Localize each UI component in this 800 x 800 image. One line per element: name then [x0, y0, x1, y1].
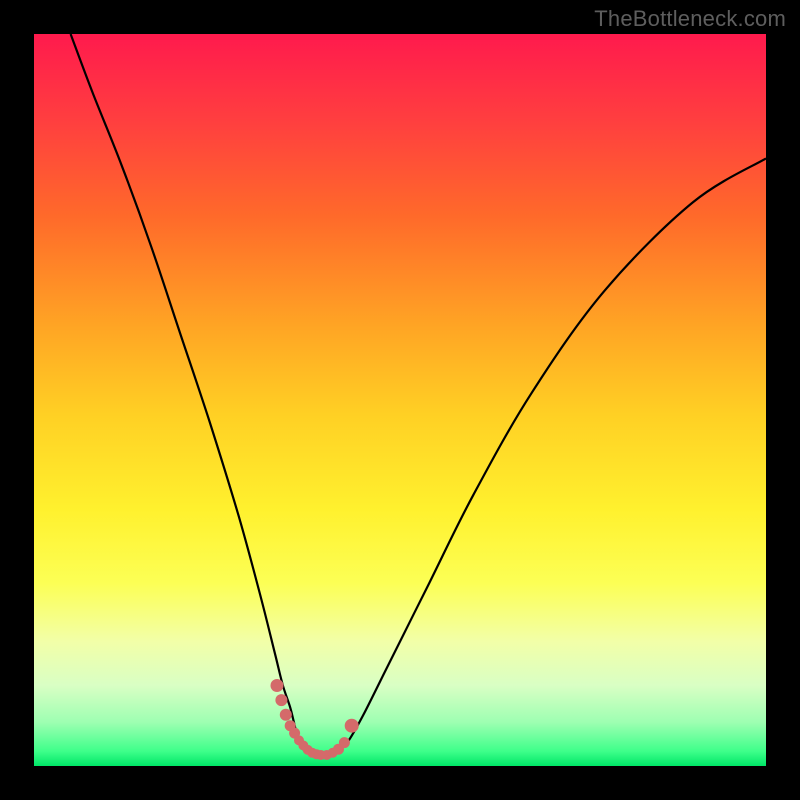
marker-dot: [271, 679, 284, 692]
watermark-text: TheBottleneck.com: [594, 6, 786, 32]
marker-dot: [275, 694, 287, 706]
chart-svg: [34, 34, 766, 766]
bottleneck-curve: [71, 34, 766, 758]
chart-area: [34, 34, 766, 766]
marker-dot: [345, 719, 359, 733]
marker-dot: [339, 737, 350, 748]
marker-dot: [280, 709, 292, 721]
